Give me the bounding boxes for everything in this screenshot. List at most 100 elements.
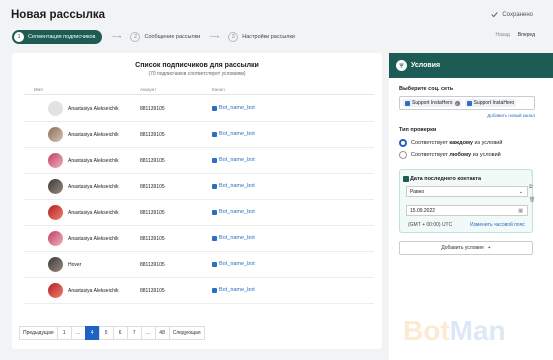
radio-button-off[interactable] — [399, 151, 407, 159]
step-number: 2 — [130, 32, 141, 42]
page-ellipsis: ... — [140, 326, 155, 340]
chip-label: Support InstaHero — [473, 100, 515, 106]
channel-link[interactable]: Bot_name_bot — [212, 209, 255, 215]
subscriber-name: Anastasiya Alekseichik — [68, 132, 119, 138]
radio-each-prefix: Соответствует — [411, 140, 450, 146]
channel-name: Bot_name_bot — [219, 157, 255, 163]
telegram-icon — [212, 105, 217, 111]
brand-watermark: BotMan — [403, 315, 506, 347]
conditions-title: Условия — [411, 62, 441, 69]
checkbox-icon[interactable] — [403, 176, 409, 182]
next-page-button[interactable]: Следующая — [168, 326, 205, 340]
table-row[interactable]: Anastasiya Alekseichik 881139105 Bot_name_… — [24, 148, 374, 174]
social-label: Выберите соц. сеть — [399, 86, 454, 92]
page-button[interactable]: 5 — [98, 326, 113, 340]
filter-icon — [396, 60, 407, 71]
delete-icon[interactable]: 🗑 — [529, 197, 535, 203]
copy-icon[interactable]: ⧉ — [529, 184, 535, 190]
channel-link[interactable]: Bot_name_bot — [212, 235, 255, 241]
timezone-label: (GMT + 00:00) UTC — [408, 222, 453, 228]
channel-chip[interactable]: Support InstaHero — [464, 99, 517, 107]
page-button[interactable]: 7 — [126, 326, 141, 340]
step-segmentation[interactable]: 1 Сегментация подписчиков — [12, 30, 103, 44]
radio-any[interactable]: Соответствует любому из условий — [399, 151, 501, 159]
subscriber-account: 881139105 — [140, 262, 165, 268]
channel-name: Bot_name_bot — [219, 105, 255, 111]
table-row[interactable]: Anastasiya Alekseichik 881139105 Bot_name_… — [24, 278, 374, 304]
radio-button-on[interactable] — [399, 139, 407, 147]
saved-status: Сохранено — [491, 11, 533, 18]
avatar — [48, 127, 63, 142]
move-icon[interactable]: ⋮ — [529, 171, 535, 177]
channel-link[interactable]: Bot_name_bot — [212, 105, 255, 111]
check-icon — [491, 12, 499, 18]
radio-any-prefix: Соответствует — [411, 152, 450, 158]
add-condition-button[interactable]: Добавить условие + — [399, 241, 533, 255]
arrow-icon: ⟶ — [111, 34, 122, 41]
channel-link[interactable]: Bot_name_bot — [212, 183, 255, 189]
step-label: Сегментация подписчиков — [28, 34, 96, 40]
saved-label: Сохранено — [502, 11, 533, 18]
avatar — [48, 179, 63, 194]
step-settings[interactable]: 3 Настройки рассылки — [228, 32, 295, 42]
table-row[interactable]: Anastasiya Alekseichik 881139105 Bot_name_… — [24, 200, 374, 226]
column-account: Аккаунт — [140, 87, 157, 92]
subscriber-name: Anastasiya Alekseichik — [68, 184, 119, 190]
page-button-active[interactable]: 4 — [84, 326, 99, 340]
table-header: Имя Аккаунт Канал — [24, 85, 374, 95]
add-channel-link[interactable]: Добавить новый канал — [487, 113, 535, 118]
change-timezone-link[interactable]: Изменить часовой пояс — [470, 222, 525, 228]
condition-tools: ⋮ ⧉ 🗑 — [529, 171, 535, 203]
pagination: Предыдущая 1 ... 4 5 6 7 ... 48 Следующа… — [19, 326, 205, 340]
calendar-icon[interactable]: ▦ — [518, 208, 523, 214]
step-message[interactable]: 2 Сообщение рассылки — [130, 32, 200, 42]
prev-page-button[interactable]: Предыдущая — [19, 326, 57, 340]
page-button[interactable]: 1 — [56, 326, 71, 340]
radio-each[interactable]: Соответствует каждому из условий — [399, 139, 502, 147]
page-title: Новая рассылка — [11, 9, 106, 21]
back-button[interactable]: Назад — [495, 32, 509, 38]
telegram-icon — [212, 131, 217, 137]
subscriber-account: 881139105 — [140, 158, 165, 164]
social-select[interactable]: Support InstaHero × Support InstaHero — [399, 96, 535, 110]
channel-link[interactable]: Bot_name_bot — [212, 131, 255, 137]
avatar — [48, 231, 63, 246]
channel-link[interactable]: Bot_name_bot — [212, 261, 255, 267]
channel-link[interactable]: Bot_name_bot — [212, 157, 255, 163]
table-row[interactable]: Anastasiya Alekseichik 881139105 Bot_name_… — [24, 122, 374, 148]
radio-each-suffix: из условий — [472, 140, 503, 146]
telegram-icon — [212, 261, 217, 267]
subscriber-account: 881139105 — [140, 210, 165, 216]
step-number: 1 — [14, 32, 24, 42]
subscriber-account: 881139105 — [140, 106, 165, 112]
table-row[interactable]: Anastasiya Alekseichik 881139105 Bot_name_… — [24, 174, 374, 200]
condition-card: Дата последнего контакта Равно ⌄ 15.09.2… — [399, 169, 533, 233]
date-input[interactable]: 15.09.2022 ▦ — [406, 205, 528, 216]
condition-title: Дата последнего контакта — [410, 176, 482, 182]
plus-icon: + — [487, 245, 491, 251]
page-button[interactable]: 6 — [112, 326, 127, 340]
table-row[interactable]: Hover 881139105 Bot_name_bot — [24, 252, 374, 278]
avatar — [48, 101, 63, 116]
channel-name: Bot_name_bot — [219, 131, 255, 137]
remove-icon[interactable]: × — [454, 100, 460, 106]
telegram-icon — [212, 287, 217, 293]
subscriber-account: 881139105 — [140, 288, 165, 294]
page-button[interactable]: 48 — [154, 326, 169, 340]
channel-chip[interactable]: Support InstaHero × — [403, 99, 462, 107]
list-title: Список подписчиков для рассылки — [135, 62, 259, 69]
conditions-panel: Условия Выберите соц. сеть Support Insta… — [389, 53, 553, 360]
telegram-icon — [212, 209, 217, 215]
date-value: 15.09.2022 — [410, 207, 436, 214]
column-name: Имя — [34, 87, 43, 92]
telegram-icon — [212, 183, 217, 189]
conditions-header: Условия — [389, 53, 553, 78]
operator-select[interactable]: Равно ⌄ — [406, 186, 528, 197]
add-condition-label: Добавить условие — [441, 245, 484, 251]
forward-button[interactable]: Вперед — [518, 32, 535, 38]
table-row[interactable]: Anastasiya Alekseichik 881139105 Bot_name_… — [24, 226, 374, 252]
table-row[interactable]: Anastasiya Alekseichik 881139105 Bot_name_… — [24, 96, 374, 122]
nav-buttons: Назад Вперед — [495, 32, 535, 38]
subscribers-card: Список подписчиков для рассылки (70 подп… — [12, 53, 382, 349]
channel-link[interactable]: Bot_name_bot — [212, 287, 255, 293]
